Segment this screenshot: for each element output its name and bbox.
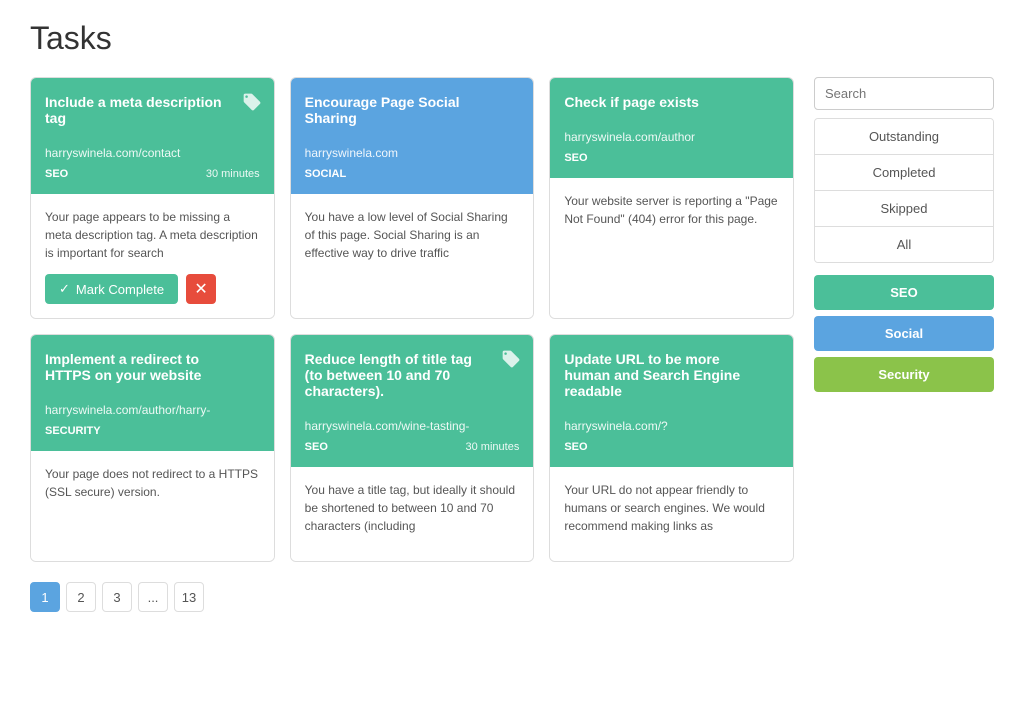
card-title: Encourage Page Social Sharing xyxy=(305,94,520,126)
filter-group: OutstandingCompletedSkippedAll xyxy=(814,118,994,263)
card-actions: ✓ Mark Complete ✕ xyxy=(45,274,260,304)
filter-btn-outstanding[interactable]: Outstanding xyxy=(815,119,993,155)
card-category: SECURITY xyxy=(45,425,101,437)
task-card: Reduce length of title tag (to between 1… xyxy=(290,334,535,562)
card-body: Your page does not redirect to a HTTPS (… xyxy=(31,451,274,561)
card-description: Your URL do not appear friendly to human… xyxy=(564,481,779,535)
sidebar: OutstandingCompletedSkippedAll SEO Social… xyxy=(814,77,994,612)
tag-icon xyxy=(501,349,521,374)
pagination-page-2[interactable]: 2 xyxy=(66,582,96,612)
category-group: SEO Social Security xyxy=(814,275,994,392)
card-header: Implement a redirect to HTTPS on your we… xyxy=(31,335,274,451)
main-content: Include a meta description tag harryswin… xyxy=(30,77,794,612)
card-body: Your URL do not appear friendly to human… xyxy=(550,467,793,561)
card-meta: SOCIAL xyxy=(305,168,520,180)
card-description: You have a title tag, but ideally it sho… xyxy=(305,481,520,535)
tag-icon xyxy=(242,92,262,117)
mark-complete-label: Mark Complete xyxy=(76,282,164,297)
check-icon: ✓ xyxy=(59,281,70,297)
filter-btn-all[interactable]: All xyxy=(815,227,993,262)
category-btn-social[interactable]: Social xyxy=(814,316,994,351)
card-header: Encourage Page Social Sharing harryswine… xyxy=(291,78,534,194)
pagination-page-3[interactable]: 3 xyxy=(102,582,132,612)
card-category: SEO xyxy=(305,441,328,453)
card-description: Your website server is reporting a "Page… xyxy=(564,192,779,228)
card-body: Your page appears to be missing a meta d… xyxy=(31,194,274,318)
card-title: Update URL to be more human and Search E… xyxy=(564,351,779,399)
task-card: Implement a redirect to HTTPS on your we… xyxy=(30,334,275,562)
task-card: Check if page exists harryswinela.com/au… xyxy=(549,77,794,319)
card-body: You have a low level of Social Sharing o… xyxy=(291,194,534,318)
task-grid: Include a meta description tag harryswin… xyxy=(30,77,794,562)
card-url: harryswinela.com xyxy=(305,146,520,160)
search-input[interactable] xyxy=(814,77,994,110)
pagination-ellipsis: ... xyxy=(138,582,168,612)
card-meta: SEO xyxy=(564,441,779,453)
card-meta: SEO 30 minutes xyxy=(45,168,260,180)
card-title: Implement a redirect to HTTPS on your we… xyxy=(45,351,260,383)
card-time: 30 minutes xyxy=(466,441,520,453)
dismiss-icon: ✕ xyxy=(194,279,207,299)
task-card: Update URL to be more human and Search E… xyxy=(549,334,794,562)
card-category: SEO xyxy=(564,152,587,164)
card-url: harryswinela.com/? xyxy=(564,419,779,433)
filter-btn-completed[interactable]: Completed xyxy=(815,155,993,191)
card-url: harryswinela.com/contact xyxy=(45,146,260,160)
pagination-page-1[interactable]: 1 xyxy=(30,582,60,612)
card-header: Update URL to be more human and Search E… xyxy=(550,335,793,467)
card-description: Your page appears to be missing a meta d… xyxy=(45,208,260,262)
card-header: Reduce length of title tag (to between 1… xyxy=(291,335,534,467)
task-card: Encourage Page Social Sharing harryswine… xyxy=(290,77,535,319)
pagination: 123...13 xyxy=(30,582,794,612)
card-description: Your page does not redirect to a HTTPS (… xyxy=(45,465,260,501)
card-description: You have a low level of Social Sharing o… xyxy=(305,208,520,262)
card-meta: SEO xyxy=(564,152,779,164)
task-card: Include a meta description tag harryswin… xyxy=(30,77,275,319)
mark-complete-button[interactable]: ✓ Mark Complete xyxy=(45,274,178,304)
pagination-page-13[interactable]: 13 xyxy=(174,582,204,612)
page-title: Tasks xyxy=(30,20,994,57)
category-btn-seo[interactable]: SEO xyxy=(814,275,994,310)
card-title: Reduce length of title tag (to between 1… xyxy=(305,351,520,399)
card-url: harryswinela.com/author xyxy=(564,130,779,144)
card-header: Check if page exists harryswinela.com/au… xyxy=(550,78,793,178)
card-body: You have a title tag, but ideally it sho… xyxy=(291,467,534,561)
card-header: Include a meta description tag harryswin… xyxy=(31,78,274,194)
card-category: SEO xyxy=(45,168,68,180)
card-body: Your website server is reporting a "Page… xyxy=(550,178,793,318)
card-time: 30 minutes xyxy=(206,168,260,180)
card-category: SEO xyxy=(564,441,587,453)
card-meta: SEO 30 minutes xyxy=(305,441,520,453)
filter-btn-skipped[interactable]: Skipped xyxy=(815,191,993,227)
card-meta: SECURITY xyxy=(45,425,260,437)
dismiss-button[interactable]: ✕ xyxy=(186,274,216,304)
card-category: SOCIAL xyxy=(305,168,347,180)
card-title: Include a meta description tag xyxy=(45,94,260,126)
category-btn-security[interactable]: Security xyxy=(814,357,994,392)
card-url: harryswinela.com/wine-tasting- xyxy=(305,419,520,433)
card-url: harryswinela.com/author/harry- xyxy=(45,403,260,417)
card-title: Check if page exists xyxy=(564,94,779,110)
